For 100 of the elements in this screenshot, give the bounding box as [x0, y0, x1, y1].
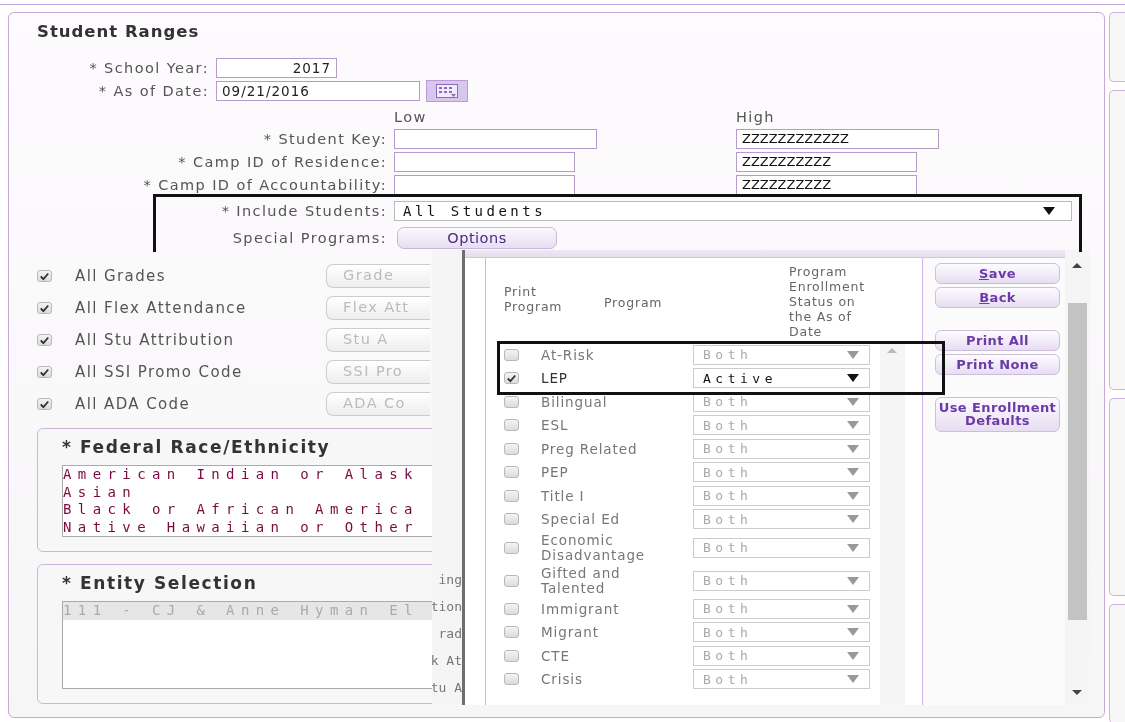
checkbox[interactable]: [504, 602, 519, 615]
caret-icon: [847, 421, 859, 430]
checkbox-label: All Grades: [75, 267, 167, 285]
column-header: High: [736, 108, 775, 126]
input-field[interactable]: [394, 175, 575, 195]
status-dropdown[interactable]: Both: [693, 622, 870, 643]
dialog-button[interactable]: Use Enrollment Defaults: [935, 397, 1060, 432]
checkbox[interactable]: [504, 348, 519, 361]
checkbox-label: All Flex Attendance: [75, 299, 248, 317]
caret-icon: [847, 350, 859, 359]
checkbox[interactable]: [504, 541, 519, 554]
program-label: PEP: [541, 464, 570, 481]
list-option[interactable]: Native Hawaiian or Other: [63, 518, 434, 536]
column-header: Print Program: [504, 283, 564, 316]
list-option[interactable]: Black or African America: [63, 501, 434, 519]
program-label: Immigrant: [541, 600, 621, 617]
status-dropdown[interactable]: Both: [693, 344, 870, 365]
scrollbar[interactable]: [880, 343, 905, 705]
checkbox[interactable]: [504, 489, 519, 502]
field-label: * Camp ID of Accountability:: [142, 177, 388, 193]
input-field[interactable]: ZZZZZZZZZZ: [736, 152, 917, 172]
status-dropdown[interactable]: Both: [693, 415, 870, 436]
program-label: Title I: [541, 487, 586, 504]
status-dropdown[interactable]: Both: [693, 462, 870, 483]
program-label: Gifted and Talented: [541, 565, 622, 596]
input-field[interactable]: ZZZZZZZZZZ: [736, 175, 917, 195]
program-label: LEP: [541, 370, 569, 387]
list-option[interactable]: American Indian or Alask: [63, 466, 434, 484]
program-label: Special Ed: [541, 511, 622, 528]
caret-icon: [847, 604, 859, 613]
status-dropdown[interactable]: Both: [693, 645, 870, 666]
caret-icon: [847, 468, 859, 477]
caret-icon: [847, 397, 859, 406]
field-label: * Student Key:: [262, 131, 388, 147]
text-fragment: k At: [432, 652, 462, 670]
status-dropdown[interactable]: Both: [693, 570, 870, 591]
field-label: * School Year:: [88, 60, 210, 76]
scrollbar[interactable]: [1065, 250, 1090, 705]
checkbox[interactable]: [504, 574, 519, 587]
options-button[interactable]: Options: [397, 227, 557, 249]
race-listbox[interactable]: American Indian or Alask Asian Black or African America Native Hawaiian or Other: [62, 465, 434, 537]
field-label: * Include Students:: [220, 203, 388, 219]
status-dropdown[interactable]: Both: [693, 485, 870, 506]
dialog-button[interactable]: Print None: [935, 354, 1060, 375]
text-fragment: tion: [432, 598, 462, 616]
section-title: * Entity Selection: [62, 573, 258, 593]
checkbox[interactable]: [504, 419, 519, 432]
list-option[interactable]: Asian: [63, 483, 434, 501]
text-fragment: tu A: [432, 679, 462, 697]
checkbox[interactable]: [504, 673, 519, 686]
text-fragment: rad: [437, 625, 462, 643]
checkbox[interactable]: [504, 466, 519, 479]
program-label: Economic Disadvantage: [541, 532, 647, 563]
status-dropdown[interactable]: Both: [693, 537, 870, 558]
checkbox[interactable]: [504, 372, 519, 385]
program-label: CTE: [541, 647, 571, 664]
status-dropdown[interactable]: Both: [693, 669, 870, 690]
status-dropdown[interactable]: Both: [693, 598, 870, 619]
column-header: Program: [604, 294, 664, 312]
caret-icon: [847, 444, 859, 453]
checkbox-label: All SSI Promo Code: [75, 363, 244, 381]
checkbox[interactable]: [504, 442, 519, 455]
field-label: * Camp ID of Residence:: [177, 154, 388, 170]
program-label: At-Risk: [541, 346, 596, 363]
column-header: Program Enrollment Status on the As of Date: [789, 263, 866, 341]
program-label: ESL: [541, 417, 570, 434]
status-dropdown[interactable]: Active: [693, 368, 870, 389]
checkbox[interactable]: [504, 626, 519, 639]
input-field[interactable]: ZZZZZZZZZZZZ: [736, 129, 939, 149]
dialog-button[interactable]: Save: [935, 263, 1060, 284]
caret-icon: [847, 576, 859, 585]
caret-icon: [847, 628, 859, 637]
dialog-button[interactable]: Print All: [935, 330, 1060, 351]
date-field[interactable]: 09/21/2016: [216, 81, 420, 101]
program-label: Bilingual: [541, 393, 609, 410]
caret-icon: [847, 651, 859, 660]
scroll-down-icon: [1072, 690, 1082, 695]
checkbox[interactable]: [504, 649, 519, 662]
checkbox[interactable]: [504, 395, 519, 408]
calendar-button[interactable]: [426, 80, 468, 102]
status-dropdown[interactable]: Both: [693, 438, 870, 459]
input-field[interactable]: 2017: [216, 58, 337, 78]
caret-icon: [847, 515, 859, 524]
scroll-thumb[interactable]: [1068, 303, 1087, 620]
caret-icon: [847, 543, 859, 552]
caret-icon: [847, 374, 859, 383]
scroll-up-icon: [1072, 263, 1082, 268]
field-label: * As of Date:: [97, 83, 210, 99]
input-field[interactable]: [394, 152, 575, 172]
program-label: Migrant: [541, 624, 600, 641]
checkbox[interactable]: [504, 513, 519, 526]
input-field[interactable]: [394, 129, 597, 149]
status-dropdown[interactable]: Both: [693, 509, 870, 530]
section-title: * Federal Race/Ethnicity: [62, 437, 331, 457]
column-header: Low: [394, 108, 427, 126]
side-panel: [1109, 12, 1125, 82]
program-label: Preg Related: [541, 440, 639, 457]
dropdown[interactable]: All Students: [394, 201, 1072, 221]
checkbox-label: All ADA Code: [75, 395, 192, 413]
dialog-button[interactable]: Back: [935, 287, 1060, 308]
